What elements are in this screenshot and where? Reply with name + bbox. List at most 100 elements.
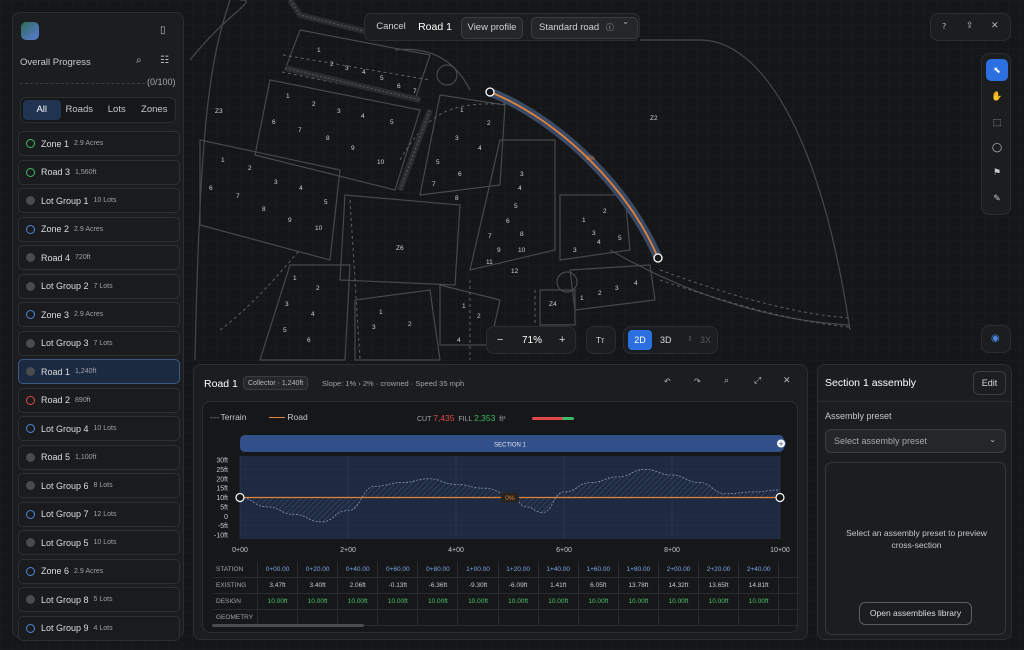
sidebar-toggle-icon[interactable]: ▯	[160, 26, 166, 36]
mode-2d-button[interactable]: 2D	[628, 330, 652, 350]
y-tick-label: 25ft	[216, 467, 228, 474]
svg-text:4: 4	[299, 185, 303, 192]
table-cell[interactable]: 10.00ft	[739, 594, 780, 609]
layer-list-item[interactable]: Lot Group 2 7 Lots	[18, 273, 180, 299]
zoom-in-button[interactable]: +	[559, 334, 565, 346]
pen-tool-icon[interactable]: ✎	[986, 187, 1008, 209]
close-panel-icon[interactable]: ✕	[783, 377, 791, 386]
mode-3d-button[interactable]: 3D	[660, 335, 672, 345]
table-cell	[699, 610, 740, 625]
table-cell[interactable]: 10.00ft	[258, 594, 299, 609]
svg-text:11: 11	[486, 259, 493, 266]
cancel-button[interactable]: Cancel	[371, 17, 411, 39]
tab-all[interactable]: All	[23, 100, 61, 120]
zoom-out-button[interactable]: −	[497, 334, 503, 346]
layer-list-item[interactable]: Road 3 1,560ft	[18, 159, 180, 185]
table-cell: 1+00.00	[458, 562, 499, 577]
layer-list-item[interactable]: Road 1 1,240ft	[18, 359, 180, 384]
pending-status-icon	[26, 253, 35, 262]
tab-roads[interactable]: Roads	[61, 100, 99, 120]
tab-zones[interactable]: Zones	[136, 100, 174, 120]
layer-list-item[interactable]: Road 2 890ft	[18, 387, 180, 413]
select-tool-icon[interactable]: ⬉	[986, 59, 1008, 81]
search-icon[interactable]: ⌕	[136, 56, 142, 66]
table-cell[interactable]: 10.00ft	[499, 594, 539, 609]
layer-list-item[interactable]: Lot Group 1 10 Lots	[18, 188, 180, 213]
layer-name: Road 1	[41, 366, 71, 377]
in-progress-status-icon	[26, 566, 35, 576]
road-start-handle[interactable]	[235, 492, 245, 503]
redo-icon[interactable]: ↷	[694, 378, 701, 386]
layer-list-item[interactable]: Zone 3 2.9 Acres	[18, 302, 180, 327]
layer-name: Lot Group 7	[41, 509, 89, 519]
road-end-handle[interactable]	[775, 492, 785, 503]
table-cell[interactable]: 10.00ft	[699, 594, 740, 609]
hand-tool-icon[interactable]: ✋	[986, 85, 1008, 107]
tab-lots[interactable]: Lots	[98, 100, 136, 120]
road-start-handle[interactable]	[485, 87, 495, 97]
close-icon[interactable]: ✕	[991, 22, 999, 31]
layer-list-item[interactable]: Zone 1 2.9 Acres	[18, 131, 180, 156]
x-tick-label: 2+00	[340, 547, 356, 554]
edit-button[interactable]: Edit	[973, 371, 1006, 395]
table-cell: 0+20.00	[298, 562, 339, 577]
visibility-toggle[interactable]: ◉	[981, 325, 1011, 353]
undo-icon[interactable]: ↶	[664, 378, 671, 386]
table-cell[interactable]: 10.00ft	[659, 594, 700, 609]
in-progress-status-icon	[26, 509, 35, 519]
layer-name: Lot Group 2	[41, 281, 89, 291]
table-cell[interactable]: 10.00ft	[338, 594, 379, 609]
layer-list-item[interactable]: Zone 6 2.9 Acres	[18, 558, 180, 584]
text-size-button[interactable]: Tт	[586, 326, 616, 354]
in-progress-status-icon	[26, 623, 35, 633]
preset-select[interactable]: Select assembly preset ⌄	[825, 429, 1006, 453]
filter-icon[interactable]: ☷	[160, 56, 169, 66]
svg-text:1: 1	[582, 217, 586, 224]
pending-status-icon	[26, 538, 35, 547]
svg-text:1: 1	[286, 93, 290, 100]
table-cell[interactable]: 10.00ft	[418, 594, 459, 609]
help-icon[interactable]: ?	[942, 23, 946, 31]
divider	[818, 401, 1011, 402]
map-grade-label: 0%	[586, 156, 595, 162]
layer-list-item[interactable]: Zone 2 2.9 Acres	[18, 216, 180, 242]
table-cell[interactable]: 10.00ft	[619, 594, 659, 609]
comment-tool-icon[interactable]: ◯	[986, 136, 1008, 158]
flag-tool-icon[interactable]: ⚑	[986, 161, 1008, 183]
svg-text:5: 5	[380, 75, 384, 82]
expand-icon[interactable]: ⤢	[754, 377, 761, 386]
layer-list-item[interactable]: Lot Group 3 7 Lots	[18, 330, 180, 356]
layer-list-item[interactable]: Lot Group 5 10 Lots	[18, 530, 180, 555]
road-type-select[interactable]: Standard road ⓘ ⌄	[531, 17, 638, 39]
empty-state-text: Select an assembly preset to preview cro…	[846, 528, 987, 550]
layer-meta: 1,240ft	[75, 368, 97, 375]
layer-list-item[interactable]: Road 4 720ft	[18, 245, 180, 270]
view-profile-button[interactable]: View profile	[461, 17, 523, 39]
open-library-button[interactable]: Open assemblies library	[859, 602, 972, 625]
table-cell[interactable]: 10.00ft	[298, 594, 339, 609]
road-end-handle[interactable]	[653, 253, 663, 263]
info-icon[interactable]: ⓘ	[606, 23, 614, 32]
table-cell[interactable]: 10.00ft	[579, 594, 619, 609]
row-header: STATION	[213, 562, 258, 577]
x-tick-label: 6+00	[556, 547, 572, 554]
road-class-badge: Collector · 1,240ft	[243, 376, 309, 390]
share-icon[interactable]: ⇪	[966, 22, 974, 31]
stepper-icon: ⇕	[687, 336, 693, 343]
table-cell[interactable]: 10.00ft	[378, 594, 419, 609]
layer-list-item[interactable]: Lot Group 8 5 Lots	[18, 587, 180, 612]
layer-list-item[interactable]: Lot Group 6 8 Lots	[18, 473, 180, 498]
layer-list-item[interactable]: Road 5 1,100ft	[18, 444, 180, 470]
zoom-icon[interactable]: ⌕	[724, 377, 729, 386]
horizontal-scrollbar[interactable]	[212, 624, 364, 627]
marquee-tool-icon[interactable]: ⬚	[986, 111, 1008, 133]
table-cell[interactable]: 10.00ft	[539, 594, 579, 609]
road-profile-panel: Road 1 Collector · 1,240ft Slope: 1% › 2…	[193, 364, 808, 640]
table-cell	[258, 610, 299, 625]
layer-list-item[interactable]: Lot Group 4 10 Lots	[18, 416, 180, 441]
table-cell: 1+80.00	[619, 562, 659, 577]
layer-list-item[interactable]: Lot Group 7 12 Lots	[18, 501, 180, 527]
layer-list-item[interactable]: Lot Group 9 4 Lots	[18, 615, 180, 641]
earthwork-summary: CUT 7,435 FILL 2,353 ft³	[417, 413, 506, 423]
table-cell[interactable]: 10.00ft	[458, 594, 499, 609]
